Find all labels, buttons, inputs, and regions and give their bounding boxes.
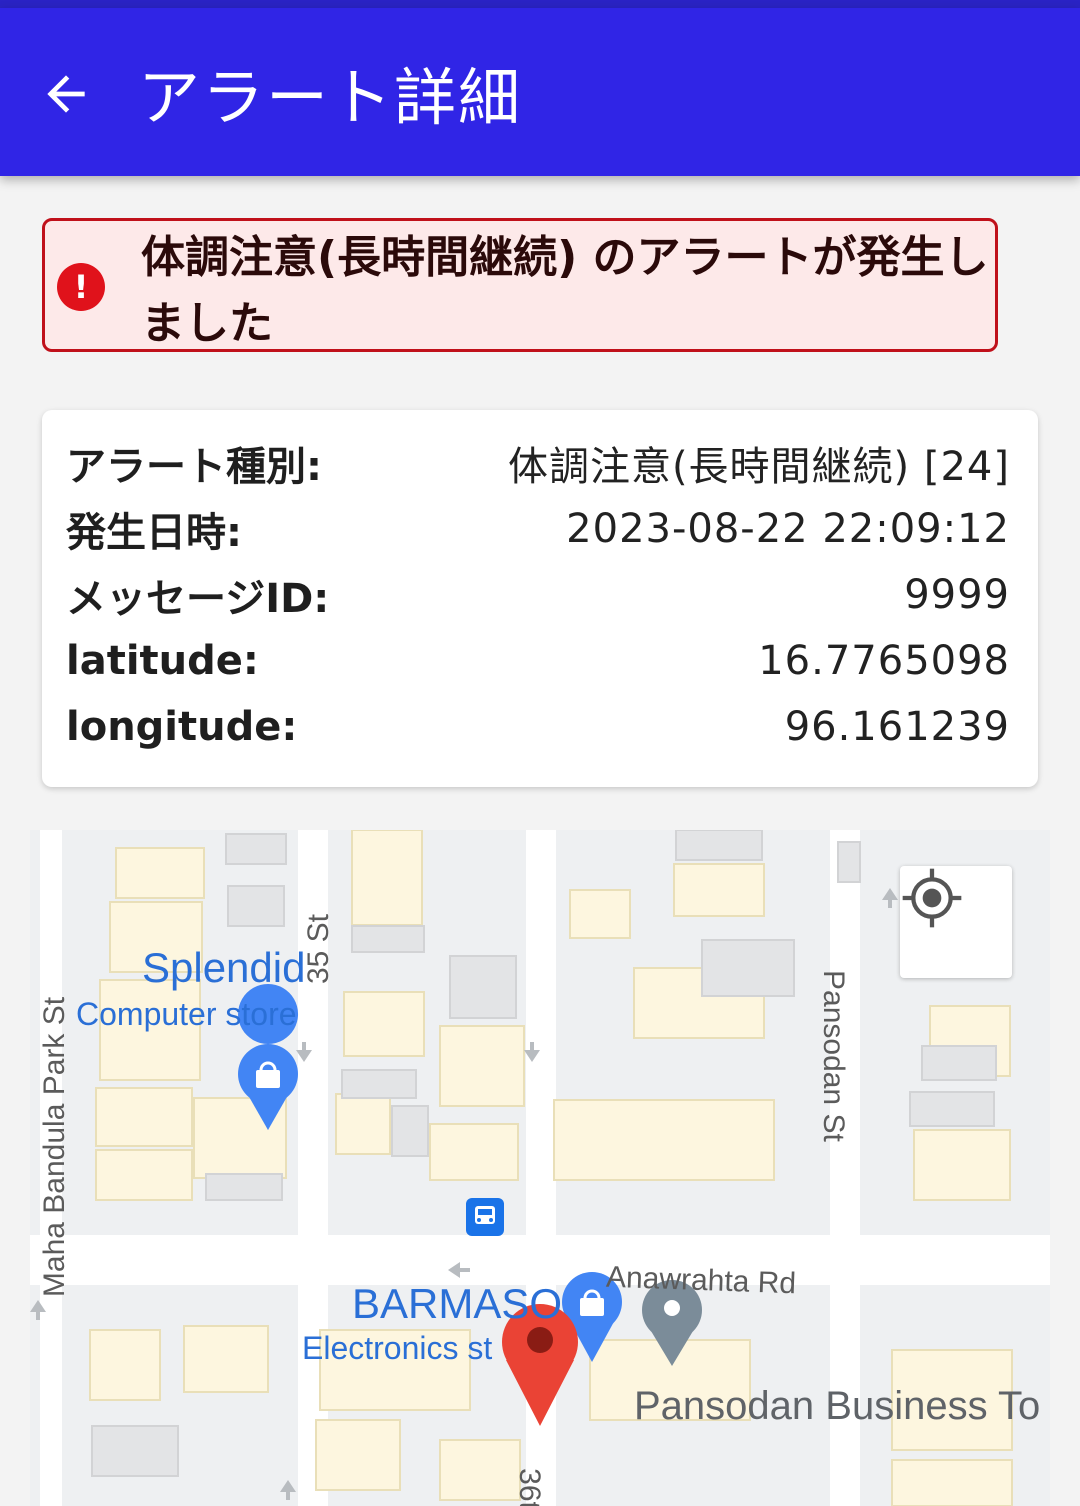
street-label-anawrahta: Anawrahta Rd <box>605 1260 797 1301</box>
detail-label: アラート種別: <box>66 444 322 490</box>
poi-category-barmaso: Electronics st <box>302 1330 493 1366</box>
detail-value: 96.161239 <box>784 704 1010 750</box>
detail-value: 16.7765098 <box>758 638 1010 684</box>
alert-message: 体調注意(長時間継続) のアラートが発生しました <box>141 232 989 349</box>
street-label-36st: 36t <box>512 1468 546 1506</box>
app-bar: アラート詳細 <box>0 8 1080 176</box>
poi-name-pansodan-business[interactable]: Pansodan Business To <box>634 1384 1040 1429</box>
detail-row-longitude: longitude: 96.161239 <box>66 694 1010 760</box>
map-view[interactable]: Maha Bandula Park St 35 St Pansodan St A… <box>30 830 1050 1506</box>
bus-stop-icon[interactable] <box>466 1198 504 1236</box>
detail-row-latitude: latitude: 16.7765098 <box>66 628 1010 694</box>
detail-value: 体調注意(長時間継続) [24] <box>507 444 1010 490</box>
my-location-button[interactable] <box>900 866 1012 978</box>
back-button[interactable] <box>30 58 102 130</box>
detail-row-type: アラート種別: 体調注意(長時間継続) [24] <box>66 430 1010 496</box>
poi-category-splendid: Computer store <box>76 996 297 1032</box>
detail-value: 2023-08-22 22:09:12 <box>566 506 1010 552</box>
detail-label: 発生日時: <box>66 510 242 556</box>
street-label-pansodan: Pansodan St <box>817 970 850 1142</box>
detail-row-message-id: メッセージID: 9999 <box>66 562 1010 628</box>
page-title: アラート詳細 <box>138 61 523 134</box>
poi-name-barmaso[interactable]: BARMASO <box>352 1280 562 1328</box>
status-bar <box>0 0 1080 8</box>
exclamation-circle-icon: ! <box>57 263 105 311</box>
detail-row-datetime: 発生日時: 2023-08-22 22:09:12 <box>66 496 1010 562</box>
detail-label: メッセージID: <box>66 576 330 622</box>
street-label-35st: 35 St <box>302 913 336 985</box>
detail-label: longitude: <box>66 704 298 750</box>
poi-name-splendid[interactable]: Splendid <box>142 944 305 992</box>
detail-label: latitude: <box>66 638 259 684</box>
alert-details-card: アラート種別: 体調注意(長時間継続) [24] 発生日時: 2023-08-2… <box>42 410 1038 787</box>
street-label-maha-bandula: Maha Bandula Park St <box>38 996 71 1298</box>
detail-value: 9999 <box>904 572 1010 618</box>
alert-banner: ! 体調注意(長時間継続) のアラートが発生しました <box>42 218 998 352</box>
my-location-icon <box>902 868 962 928</box>
arrow-left-icon <box>47 75 85 113</box>
